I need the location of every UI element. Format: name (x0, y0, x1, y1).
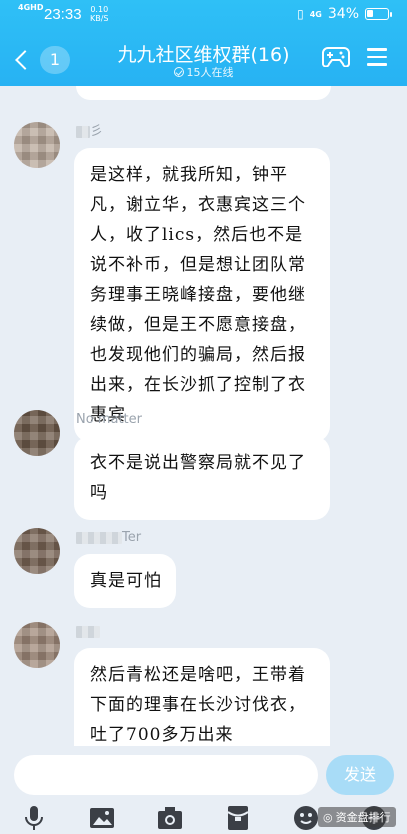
emoji-icon[interactable] (292, 804, 320, 832)
avatar[interactable] (14, 410, 60, 456)
battery-level (367, 10, 373, 17)
message-bubble[interactable]: 是这样，就我所知，钟平凡，谢立华，衣惠宾这三个人，收了lics，然后也不是说不补… (74, 148, 330, 442)
sender-name: 彡 (76, 124, 103, 140)
avatar[interactable] (14, 622, 60, 668)
check-circle-icon (173, 67, 184, 77)
watermark: ◎ 资金盘排行 (318, 807, 396, 827)
message-bubble[interactable]: 然后青松还是啥吧，王带着下面的理事在长沙讨伐衣，吐了700多万出来 (74, 648, 330, 746)
network-speed-value: 0.10 (90, 5, 109, 14)
battery-percent: 34% (327, 6, 359, 22)
network-speed-unit: KB/S (90, 14, 109, 23)
chat-list[interactable]: 彡 是这样，就我所知，钟平凡，谢立华，衣惠宾这三个人，收了lics，然后也不是说… (0, 86, 407, 746)
red-packet-icon[interactable] (224, 804, 252, 832)
status-right: ▯ 4G 34% (297, 6, 392, 22)
watermark-text: 资金盘排行 (335, 811, 391, 824)
signal-indicator: 4GHD (18, 3, 44, 12)
sender-name: Ter (76, 530, 141, 546)
mic-icon[interactable] (20, 804, 48, 832)
network-speed: 0.10 KB/S (90, 5, 109, 23)
message-bubble[interactable]: 衣不是说出警察局就不见了吗 (74, 436, 330, 520)
status-time: 23:33 (44, 6, 82, 23)
avatar[interactable] (14, 528, 60, 574)
input-bar: 发送 ◎ 资金盘排行 (0, 746, 407, 834)
gamepad-icon[interactable] (322, 45, 350, 67)
sender-name-text: No matter (76, 412, 142, 427)
sender-name-text: Ter (122, 530, 142, 545)
sender-name-text: 彡 (90, 124, 104, 139)
menu-icon[interactable] (367, 48, 387, 66)
sender-name (76, 624, 100, 640)
chat-header: 4GHD 23:33 0.10 KB/S ▯ 4G 34% 1 九九社区维权群(… (0, 0, 407, 86)
battery-icon (365, 8, 392, 20)
wechat-icon: ◎ (323, 810, 333, 824)
camera-icon[interactable] (156, 804, 184, 832)
message-input[interactable] (14, 755, 318, 795)
status-bar: 4GHD 23:33 0.10 KB/S ▯ 4G 34% (0, 0, 407, 30)
send-button[interactable]: 发送 (326, 755, 394, 795)
image-icon[interactable] (88, 804, 116, 832)
previous-message-bubble (76, 86, 331, 100)
network-type: 4G (309, 9, 322, 19)
message-bubble[interactable]: 真是可怕 (74, 554, 176, 608)
sender-name: No matter (76, 412, 142, 428)
online-count: 15人在线 (186, 66, 234, 79)
vibrate-icon: ▯ (297, 7, 304, 21)
avatar[interactable] (14, 122, 60, 168)
